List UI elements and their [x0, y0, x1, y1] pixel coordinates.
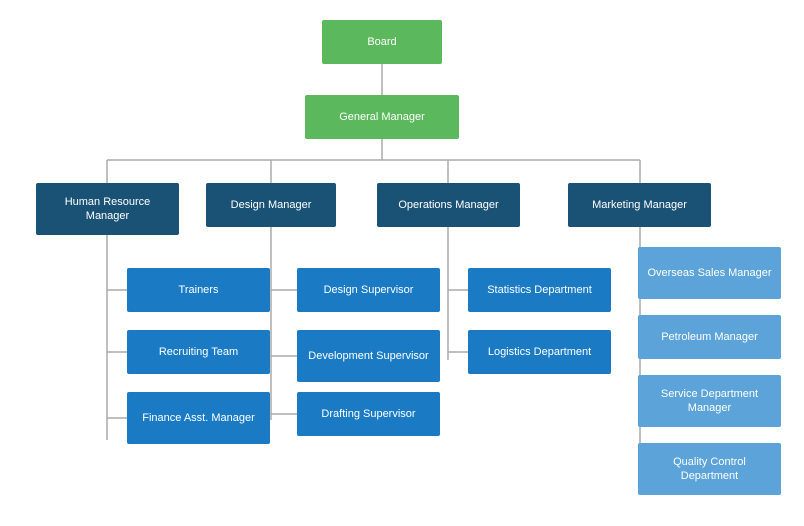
service-dept-node: Service Department Manager	[638, 375, 781, 427]
overseas-sales-node: Overseas Sales Manager	[638, 247, 781, 299]
hr-manager-node: Human Resource Manager	[36, 183, 179, 235]
recruiting-team-node: Recruiting Team	[127, 330, 270, 374]
org-chart: Board General Manager Human Resource Man…	[0, 0, 804, 526]
board-node: Board	[322, 20, 442, 64]
petroleum-manager-node: Petroleum Manager	[638, 315, 781, 359]
trainers-node: Trainers	[127, 268, 270, 312]
drafting-supervisor-node: Drafting Supervisor	[297, 392, 440, 436]
general-manager-node: General Manager	[305, 95, 459, 139]
design-manager-node: Design Manager	[206, 183, 336, 227]
design-supervisor-node: Design Supervisor	[297, 268, 440, 312]
quality-control-node: Quality Control Department	[638, 443, 781, 495]
logistics-dept-node: Logistics Department	[468, 330, 611, 374]
marketing-manager-node: Marketing Manager	[568, 183, 711, 227]
development-supervisor-node: Development Supervisor	[297, 330, 440, 382]
statistics-dept-node: Statistics Department	[468, 268, 611, 312]
ops-manager-node: Operations Manager	[377, 183, 520, 227]
finance-asst-node: Finance Asst. Manager	[127, 392, 270, 444]
